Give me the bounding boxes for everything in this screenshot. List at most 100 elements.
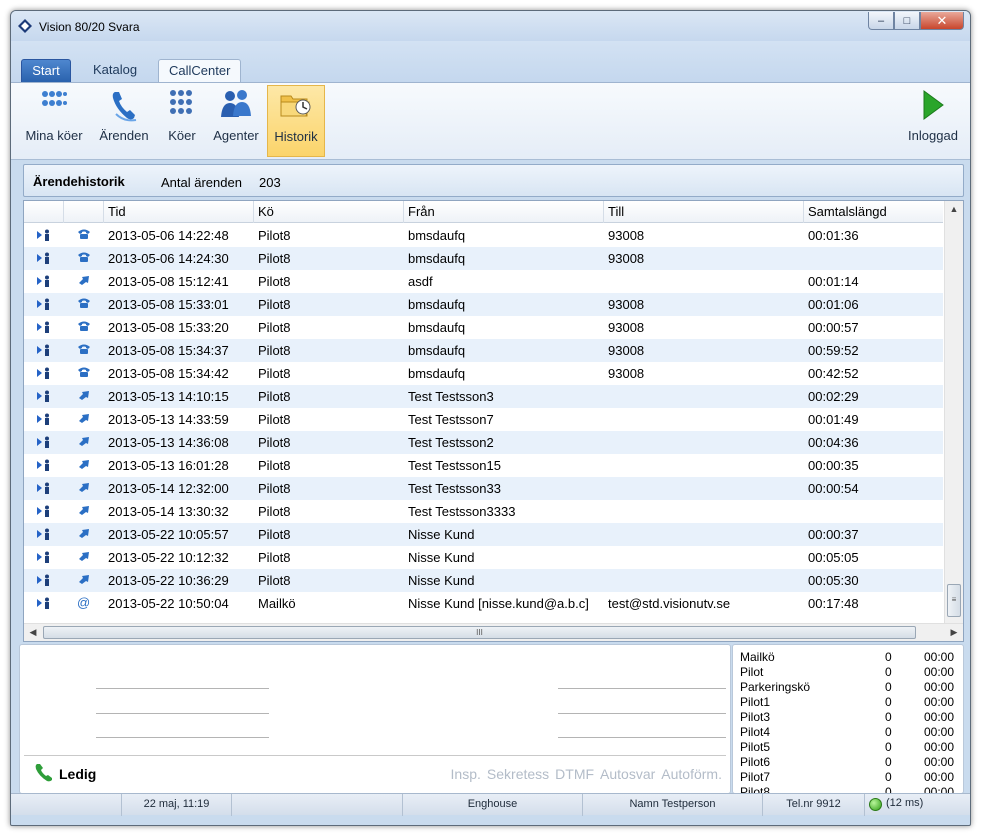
scroll-left-icon[interactable]: ◀: [24, 624, 42, 641]
table-row[interactable]: 2013-05-14 12:32:00 Pilot8 Test Testsson33…: [24, 477, 943, 500]
queue-count: 0: [885, 695, 892, 709]
option-autosvar[interactable]: Autosvar: [600, 766, 655, 782]
call-panel: Ledig Insp. Sekretess DTMF Autosvar Auto…: [19, 644, 731, 794]
incoming-icon: [37, 574, 51, 589]
queue-count: 0: [885, 740, 892, 754]
table-row[interactable]: 2013-05-08 15:33:01 Pilot8 bmsdaufq 93008 00…: [24, 293, 943, 316]
call-field-line: [558, 688, 726, 689]
cell-till: [604, 270, 608, 293]
table-row[interactable]: 2013-05-08 15:12:41 Pilot8 asdf 00:01:14: [24, 270, 943, 293]
statusbar-location: Enghouse: [403, 794, 583, 816]
table-row[interactable]: 2013-05-13 14:33:59 Pilot8 Test Testsson7 0…: [24, 408, 943, 431]
queue-count: 0: [885, 710, 892, 724]
cell-till: 93008: [608, 251, 645, 266]
close-button[interactable]: ✕: [920, 12, 964, 30]
queue-row[interactable]: Pilot5 0 00:00: [740, 740, 960, 755]
col-ko[interactable]: Kö: [254, 201, 404, 223]
table-row[interactable]: @2013-05-22 10:50:04 Mailkö Nisse Kund [ni…: [24, 592, 943, 615]
arenden-button[interactable]: Ärenden: [95, 85, 153, 157]
callback-icon: [77, 527, 91, 542]
scroll-up-icon[interactable]: ▲: [945, 201, 963, 218]
cell-till: [604, 408, 608, 431]
tab-start[interactable]: Start: [21, 59, 71, 82]
title-bar[interactable]: Vision 80/20 Svara – □ ✕: [11, 11, 970, 41]
cell-samtalslangd: 00:00:37: [808, 527, 859, 542]
incoming-icon: [37, 413, 51, 428]
cell-tid: 2013-05-13 14:10:15: [108, 389, 229, 404]
table-row[interactable]: 2013-05-22 10:12:32 Pilot8 Nisse Kund 00:05…: [24, 546, 943, 569]
cell-tid: 2013-05-08 15:33:01: [108, 297, 229, 312]
incoming-icon: [37, 528, 51, 543]
queue-row[interactable]: Pilot7 0 00:00: [740, 770, 960, 785]
cell-fran: Nisse Kund [nisse.kund@a.b.c]: [408, 596, 589, 611]
queue-row[interactable]: Pilot1 0 00:00: [740, 695, 960, 710]
col-till[interactable]: Till: [604, 201, 804, 223]
queue-time: 00:00: [924, 650, 955, 664]
table-row[interactable]: 2013-05-14 13:30:32 Pilot8 Test Testsson33…: [24, 500, 943, 523]
vertical-scrollbar[interactable]: ▲ ≡: [944, 201, 963, 623]
table-row[interactable]: 2013-05-08 15:34:42 Pilot8 bmsdaufq 93008 00…: [24, 362, 943, 385]
queue-time: 00:00: [924, 680, 955, 694]
historik-button[interactable]: Historik: [267, 85, 325, 157]
table-row[interactable]: 2013-05-22 10:05:57 Pilot8 Nisse Kund 00:00…: [24, 523, 943, 546]
col-samtalslangd[interactable]: Samtalslängd: [804, 201, 943, 223]
table-row[interactable]: 2013-05-06 14:22:48 Pilot8 bmsdaufq 93008 00…: [24, 224, 943, 247]
status-bar: 22 maj, 11:19 Enghouse Namn Testperson T…: [11, 793, 970, 816]
koer-label: Köer: [168, 128, 196, 143]
incoming-icon: [37, 367, 51, 382]
queue-row[interactable]: Pilot3 0 00:00: [740, 710, 960, 725]
table-row[interactable]: 2013-05-22 10:36:29 Pilot8 Nisse Kund 00:05…: [24, 569, 943, 592]
table-row[interactable]: 2013-05-08 15:33:20 Pilot8 bmsdaufq 93008 00…: [24, 316, 943, 339]
queue-name: Pilot7: [740, 770, 771, 784]
table-row[interactable]: 2013-05-13 14:36:08 Pilot8 Test Testsson2 0…: [24, 431, 943, 454]
scroll-right-icon[interactable]: ▶: [945, 624, 963, 641]
cell-till: 93008: [608, 320, 645, 335]
connection-status-icon: [869, 798, 882, 811]
queue-time: 00:00: [924, 710, 955, 724]
minimize-button[interactable]: –: [868, 12, 894, 30]
cell-fran: asdf: [408, 274, 433, 289]
cell-ko: Pilot8: [258, 274, 291, 289]
incoming-icon: [37, 275, 51, 290]
col-direction[interactable]: [24, 201, 64, 223]
tab-katalog[interactable]: Katalog: [83, 59, 147, 82]
option-insp[interactable]: Insp.: [451, 766, 481, 782]
koer-button[interactable]: Köer: [162, 85, 202, 157]
table-row[interactable]: 2013-05-13 14:10:15 Pilot8 Test Testsson3 0…: [24, 385, 943, 408]
queue-time: 00:00: [924, 695, 955, 709]
maximize-button[interactable]: □: [894, 12, 920, 30]
col-type[interactable]: [64, 201, 104, 223]
agenter-label: Agenter: [213, 128, 259, 143]
cell-till: [604, 546, 608, 569]
app-window: Vision 80/20 Svara – □ ✕ Start Katalog C…: [10, 10, 971, 826]
horizontal-scroll-thumb[interactable]: III: [43, 626, 916, 639]
col-tid[interactable]: Tid: [104, 201, 254, 223]
queue-name: Pilot3: [740, 710, 771, 724]
vertical-scroll-thumb[interactable]: ≡: [947, 584, 961, 617]
table-row[interactable]: 2013-05-08 15:34:37 Pilot8 bmsdaufq 93008 00…: [24, 339, 943, 362]
table-row[interactable]: 2013-05-13 16:01:28 Pilot8 Test Testsson15…: [24, 454, 943, 477]
option-sekretess[interactable]: Sekretess: [487, 766, 549, 782]
option-autoform[interactable]: Autoförm.: [661, 766, 722, 782]
cell-till: [604, 500, 608, 523]
option-dtmf[interactable]: DTMF: [555, 766, 594, 782]
cell-ko: Pilot8: [258, 573, 291, 588]
cell-ko: Pilot8: [258, 412, 291, 427]
inloggad-button[interactable]: Inloggad: [901, 85, 965, 157]
call-field-line: [96, 713, 269, 714]
horizontal-scrollbar[interactable]: ◀ III ▶: [24, 623, 963, 641]
queue-row[interactable]: Pilot4 0 00:00: [740, 725, 960, 740]
cell-till: [604, 477, 608, 500]
cell-till: [604, 523, 608, 546]
agenter-button[interactable]: Agenter: [208, 85, 264, 157]
tab-callcenter[interactable]: CallCenter: [158, 59, 242, 83]
callback-icon: [77, 274, 91, 289]
col-fran[interactable]: Från: [404, 201, 604, 223]
cell-ko: Pilot8: [258, 343, 291, 358]
queue-row[interactable]: Pilot6 0 00:00: [740, 755, 960, 770]
table-row[interactable]: 2013-05-06 14:24:30 Pilot8 bmsdaufq 93008: [24, 247, 943, 270]
mina-koer-button[interactable]: Mina köer: [21, 85, 87, 157]
queue-row[interactable]: Parkeringskö 0 00:00: [740, 680, 960, 695]
queue-row[interactable]: Pilot 0 00:00: [740, 665, 960, 680]
queue-row[interactable]: Mailkö 0 00:00: [740, 650, 960, 665]
